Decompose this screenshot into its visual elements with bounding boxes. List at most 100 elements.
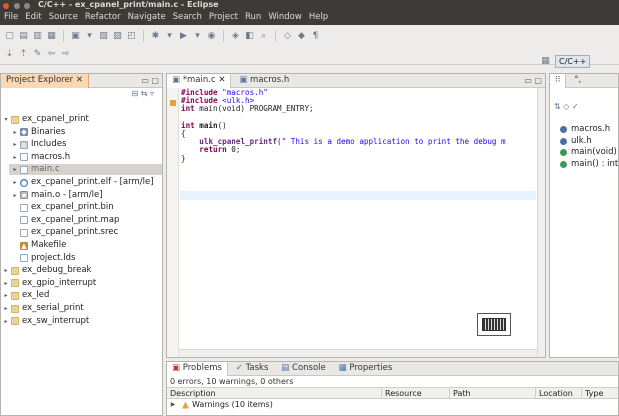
outline-item[interactable]: macros.h xyxy=(560,124,610,135)
sort-icon[interactable]: ⇅ xyxy=(554,102,561,111)
hide-static-icon[interactable]: ✓ xyxy=(572,102,579,111)
menu-item-source[interactable]: Source xyxy=(49,12,78,22)
tree-item[interactable]: ▲ Makefile xyxy=(12,240,66,251)
tree-item[interactable]: ▸ ▤ ex_gpio_interrupt xyxy=(3,278,96,289)
tab-project-explorer[interactable]: Project Explorer ✕ xyxy=(1,74,90,88)
column-location[interactable]: Location xyxy=(535,388,581,399)
tree-item[interactable]: project.lds xyxy=(12,253,75,264)
tree-item[interactable]: ▸ ● ex_cpanel_print.elf - [arm/le] xyxy=(12,177,153,188)
tab-outline[interactable]: ⁝⁝ xyxy=(550,74,567,88)
close-window-button[interactable] xyxy=(3,3,9,9)
new-c-project-icon[interactable]: ▧ xyxy=(98,31,109,41)
open-type-icon[interactable]: ◈ xyxy=(230,31,241,41)
next-annotation-icon[interactable]: ⇣ xyxy=(4,49,15,59)
menu-item-edit[interactable]: Edit xyxy=(25,12,41,22)
new-icon[interactable]: ▢ xyxy=(4,31,15,41)
tab-properties[interactable]: ▦ Properties xyxy=(334,362,398,376)
column-resource[interactable]: Resource xyxy=(381,388,449,399)
code-editor[interactable]: #include "macros.h" #include <ulk.h> int… xyxy=(167,88,545,357)
menu-item-search[interactable]: Search xyxy=(173,12,202,22)
tree-item[interactable]: ex_cpanel_print.map xyxy=(12,215,119,226)
tree-item[interactable]: ex_cpanel_print.srec xyxy=(12,227,118,238)
expand-arrow-icon[interactable]: ▸ xyxy=(12,152,18,163)
minimize-maximize-icon[interactable]: ▭ ▢ xyxy=(141,74,159,87)
menu-item-window[interactable]: Window xyxy=(268,12,302,22)
back-icon[interactable]: ⇦ xyxy=(46,49,57,59)
menu-item-help[interactable]: Help xyxy=(309,12,328,22)
link-editor-icon[interactable]: ⇆ xyxy=(141,89,148,98)
external-tools-icon[interactable]: ◉ xyxy=(206,31,217,41)
build-dropdown-icon[interactable]: ▾ xyxy=(84,31,95,41)
toggle-mark-icon[interactable]: ◇ xyxy=(282,31,293,41)
table-row[interactable]: ▶ Warnings (10 items) xyxy=(167,399,618,411)
tab-problems[interactable]: ▣ Problems xyxy=(167,362,228,376)
perspective-c-cpp-button[interactable]: C/C++ xyxy=(555,54,591,68)
outline-item[interactable]: ulk.h xyxy=(560,136,592,147)
open-perspective-icon[interactable]: ▦ xyxy=(540,56,551,66)
tree-item[interactable]: ex_cpanel_print.bin xyxy=(12,202,114,213)
tree-item[interactable]: ▸ ▣ main.o - [arm/le] xyxy=(12,190,102,201)
open-folder-icon[interactable]: ◧ xyxy=(244,31,255,41)
tab-console[interactable]: ▤ Console xyxy=(276,362,330,376)
tree-item[interactable]: ▸ ▤ ex_serial_print xyxy=(3,303,83,314)
new-file-icon[interactable]: ◰ xyxy=(126,31,137,41)
warning-marker-icon[interactable] xyxy=(170,100,176,106)
tree-item[interactable]: ▸ ▦ Includes xyxy=(12,139,66,150)
tree-item[interactable]: ▸ ▤ ex_sw_interrupt xyxy=(3,316,89,327)
debug-dropdown-icon[interactable]: ▾ xyxy=(164,31,175,41)
tab-macros-h[interactable]: ▣ macros.h xyxy=(234,74,294,88)
tree-item[interactable]: ▸ ▤ ex_debug_break xyxy=(3,265,91,276)
expand-arrow-icon[interactable]: ▸ xyxy=(3,278,9,289)
column-description[interactable]: Description xyxy=(167,388,381,399)
expand-arrow-icon[interactable]: ▶ xyxy=(170,399,176,411)
tree-item[interactable]: ▸ macros.h xyxy=(12,152,70,163)
expand-arrow-icon[interactable]: ▸ xyxy=(3,265,9,276)
tab-main-c[interactable]: ▣ *main.c ✕ xyxy=(167,74,232,88)
collapse-all-icon[interactable]: ⊟ xyxy=(131,89,138,98)
build-icon[interactable]: ▣ xyxy=(70,31,81,41)
save-icon[interactable]: ▤ xyxy=(18,31,29,41)
outline-item[interactable]: main(void) xyxy=(560,147,617,158)
run-dropdown-icon[interactable]: ▾ xyxy=(192,31,203,41)
vertical-scrollbar[interactable] xyxy=(537,88,545,357)
outline-item[interactable]: main() : int xyxy=(560,159,618,170)
show-whitespace-icon[interactable]: ¶ xyxy=(310,31,321,41)
expand-arrow-icon[interactable]: ▸ xyxy=(3,316,9,327)
expand-arrow-icon[interactable]: ▾ xyxy=(3,114,9,125)
expand-arrow-icon[interactable]: ▸ xyxy=(12,127,18,138)
forward-icon[interactable]: ⇨ xyxy=(60,49,71,59)
save-all-icon[interactable]: ▥ xyxy=(32,31,43,41)
tab-tasks[interactable]: ✓ Tasks xyxy=(231,362,274,376)
close-icon[interactable]: ✕ xyxy=(76,75,83,85)
last-edit-icon[interactable]: ✎ xyxy=(32,49,43,59)
column-type[interactable]: Type xyxy=(581,388,618,399)
tree-item[interactable]: ▸ main.c xyxy=(12,164,59,175)
minimize-window-button[interactable] xyxy=(13,3,20,9)
expand-arrow-icon[interactable]: ▸ xyxy=(3,290,9,301)
expand-arrow-icon[interactable]: ▸ xyxy=(12,190,18,201)
print-icon[interactable]: ▦ xyxy=(46,31,57,41)
menu-item-navigate[interactable]: Navigate xyxy=(128,12,166,22)
expand-arrow-icon[interactable]: ▸ xyxy=(12,164,18,175)
new-class-icon[interactable]: ▨ xyxy=(112,31,123,41)
view-menu-icon[interactable]: ▿ xyxy=(150,89,154,98)
debug-icon[interactable]: ✱ xyxy=(150,31,161,41)
run-icon[interactable]: ▶ xyxy=(178,31,189,41)
expand-arrow-icon[interactable]: ▸ xyxy=(3,303,9,314)
minimize-maximize-icon[interactable]: ▭ ▢ xyxy=(524,74,542,87)
tree-item[interactable]: ▸ ▤ ex_led xyxy=(3,290,49,301)
toggle-block-icon[interactable]: ◆ xyxy=(296,31,307,41)
menu-item-run[interactable]: Run xyxy=(245,12,261,22)
column-path[interactable]: Path xyxy=(449,388,535,399)
tree-item[interactable]: ▾ ▤ ex_cpanel_print xyxy=(3,114,88,125)
search-icon[interactable]: ⌕ xyxy=(258,31,269,41)
expand-arrow-icon[interactable]: ▸ xyxy=(12,139,18,150)
menu-item-refactor[interactable]: Refactor xyxy=(85,12,121,22)
tab-make-targets[interactable]: °, xyxy=(569,74,586,88)
hide-fields-icon[interactable]: ◇ xyxy=(563,102,569,111)
prev-annotation-icon[interactable]: ⇡ xyxy=(18,49,29,59)
expand-arrow-icon[interactable]: ▸ xyxy=(12,177,18,188)
horizontal-scrollbar[interactable] xyxy=(179,349,537,357)
maximize-window-button[interactable] xyxy=(24,3,31,9)
tree-item[interactable]: ▸ ◆ Binaries xyxy=(12,127,65,138)
